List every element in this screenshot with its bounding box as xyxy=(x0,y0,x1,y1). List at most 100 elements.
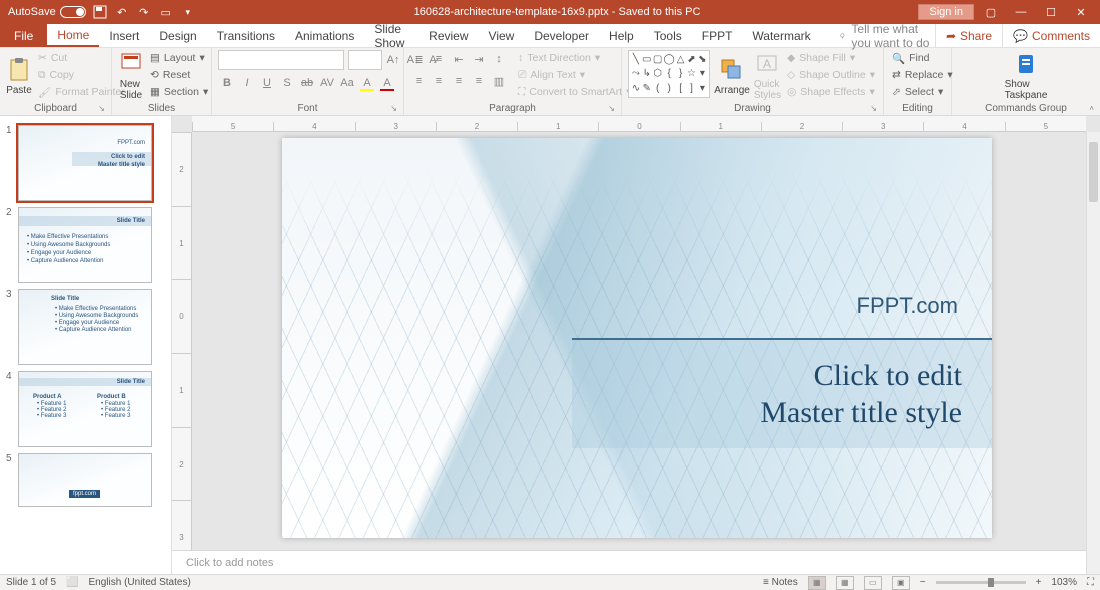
font-color-icon[interactable]: A xyxy=(378,74,396,92)
redo-icon[interactable]: ↷ xyxy=(136,4,152,20)
grow-font-icon[interactable]: A↑ xyxy=(384,51,402,69)
font-name-combo[interactable] xyxy=(218,50,344,70)
paste-button[interactable]: Paste xyxy=(6,50,32,102)
tab-fppt[interactable]: FPPT xyxy=(692,24,743,47)
thumbnail-slide-4[interactable]: Slide Title Product A • Feature 1 • Feat… xyxy=(18,371,152,447)
tab-watermark[interactable]: Watermark xyxy=(742,24,820,47)
shapes-gallery[interactable]: ╲▭▢◯△⬈⬊ ⤳↳⬡{}☆▾ ∿✎()[]▾ xyxy=(628,50,710,98)
char-spacing-icon[interactable]: AV xyxy=(318,74,336,92)
start-from-beginning-icon[interactable]: ▭ xyxy=(158,4,174,20)
layout-button[interactable]: ▤Layout ▾ xyxy=(148,50,210,66)
thumbnail-slide-1[interactable]: FPPT.com Click to edit Master title styl… xyxy=(18,125,152,201)
zoom-in-icon[interactable]: + xyxy=(1036,577,1042,588)
slide-canvas[interactable]: FPPT.com Click to edit Master title styl… xyxy=(282,138,992,538)
notes-pane[interactable]: Click to add notes xyxy=(172,550,1086,574)
convert-smartart-button[interactable]: ⛶Convert to SmartArt ▾ xyxy=(516,84,633,100)
shape-outline-button[interactable]: ◇Shape Outline ▾ xyxy=(785,67,877,83)
maximize-icon[interactable]: ☐ xyxy=(1038,2,1064,22)
tab-design[interactable]: Design xyxy=(149,24,206,47)
columns-icon[interactable]: ▥ xyxy=(490,72,508,90)
tab-insert[interactable]: Insert xyxy=(99,24,149,47)
shadow-button[interactable]: S xyxy=(278,74,296,92)
brand-text[interactable]: FPPT.com xyxy=(857,293,958,319)
slide-counter[interactable]: Slide 1 of 5 xyxy=(6,577,56,588)
tab-help[interactable]: Help xyxy=(599,24,644,47)
slideshow-view-icon[interactable]: ▣ xyxy=(892,576,910,590)
italic-button[interactable]: I xyxy=(238,74,256,92)
zoom-out-icon[interactable]: − xyxy=(920,577,926,588)
thumbnail-slide-5[interactable]: fppt.com xyxy=(18,453,152,507)
dialog-launcher-icon[interactable]: ↘ xyxy=(608,104,615,113)
ribbon-display-icon[interactable]: ▢ xyxy=(978,2,1004,22)
new-slide-button[interactable]: New Slide xyxy=(118,50,144,102)
vertical-scrollbar[interactable] xyxy=(1086,132,1100,574)
tab-transitions[interactable]: Transitions xyxy=(207,24,285,47)
dialog-launcher-icon[interactable]: ↘ xyxy=(390,104,397,113)
file-tab[interactable]: File xyxy=(0,24,47,47)
bullets-icon[interactable]: ≣ xyxy=(410,50,428,68)
align-right-icon[interactable]: ≡ xyxy=(450,72,468,90)
decrease-indent-icon[interactable]: ⇤ xyxy=(450,50,468,68)
slide-thumbnail-panel[interactable]: 1 FPPT.com Click to edit Master title st… xyxy=(0,116,172,574)
horizontal-ruler[interactable]: 54321012345 xyxy=(192,116,1086,132)
change-case-icon[interactable]: Aa xyxy=(338,74,356,92)
tab-home[interactable]: Home xyxy=(47,24,99,47)
strike-button[interactable]: ab xyxy=(298,74,316,92)
align-left-icon[interactable]: ≡ xyxy=(410,72,428,90)
tab-review[interactable]: Review xyxy=(419,24,478,47)
tab-tools[interactable]: Tools xyxy=(644,24,692,47)
close-icon[interactable]: ✕ xyxy=(1068,2,1094,22)
reading-view-icon[interactable]: ▭ xyxy=(864,576,882,590)
minimize-icon[interactable]: — xyxy=(1008,2,1034,22)
collapse-ribbon-icon[interactable]: ˄ xyxy=(1089,104,1094,113)
find-button[interactable]: 🔍Find xyxy=(890,50,955,66)
tab-developer[interactable]: Developer xyxy=(524,24,599,47)
reset-button[interactable]: ⟲Reset xyxy=(148,67,210,83)
comments-button[interactable]: 💬Comments xyxy=(1002,24,1100,47)
zoom-level[interactable]: 103% xyxy=(1051,577,1077,588)
normal-view-icon[interactable]: ▦ xyxy=(808,576,826,590)
text-direction-button[interactable]: ↕Text Direction ▾ xyxy=(516,50,633,66)
select-button[interactable]: ⬀Select ▾ xyxy=(890,84,955,100)
zoom-slider[interactable] xyxy=(936,581,1026,584)
align-center-icon[interactable]: ≡ xyxy=(430,72,448,90)
quick-styles-button[interactable]: A Quick Styles xyxy=(754,50,781,102)
sorter-view-icon[interactable]: ▦ xyxy=(836,576,854,590)
section-button[interactable]: ▦Section ▾ xyxy=(148,84,210,100)
tell-me-search[interactable]: Tell me what you want to do xyxy=(839,24,935,47)
save-icon[interactable] xyxy=(92,4,108,20)
font-size-combo[interactable] xyxy=(348,50,382,70)
language-status[interactable]: English (United States) xyxy=(89,577,191,588)
tab-view[interactable]: View xyxy=(479,24,525,47)
share-button[interactable]: ➦Share xyxy=(935,24,1002,47)
qat-customize-icon[interactable]: ▾ xyxy=(180,4,196,20)
thumbnail-slide-3[interactable]: Slide Title • Make Effective Presentatio… xyxy=(18,289,152,365)
bold-button[interactable]: B xyxy=(218,74,236,92)
highlight-icon[interactable]: A xyxy=(358,74,376,92)
sign-in-button[interactable]: Sign in xyxy=(918,4,974,20)
notes-toggle[interactable]: ≡ Notes xyxy=(763,577,798,588)
title-placeholder[interactable]: Click to edit Master title style xyxy=(572,338,992,448)
vertical-ruler[interactable]: 210123 xyxy=(172,132,192,574)
shape-effects-button[interactable]: ◎Shape Effects ▾ xyxy=(785,84,877,100)
arrange-button[interactable]: Arrange xyxy=(714,50,750,102)
replace-button[interactable]: ⇄Replace ▾ xyxy=(890,67,955,83)
dialog-launcher-icon[interactable]: ↘ xyxy=(870,104,877,113)
align-text-button[interactable]: ⎚Align Text ▾ xyxy=(516,67,633,83)
spellcheck-icon[interactable]: ⬜ xyxy=(66,577,78,588)
shape-fill-button[interactable]: ◆Shape Fill ▾ xyxy=(785,50,877,66)
undo-icon[interactable]: ↶ xyxy=(114,4,130,20)
fit-to-window-icon[interactable]: ⛶ xyxy=(1087,577,1094,588)
scroll-thumb[interactable] xyxy=(1089,142,1098,202)
thumbnail-slide-2[interactable]: Slide Title • Make Effective Presentatio… xyxy=(18,207,152,283)
tab-animations[interactable]: Animations xyxy=(285,24,364,47)
numbering-icon[interactable]: ≡ xyxy=(430,50,448,68)
dialog-launcher-icon[interactable]: ↘ xyxy=(98,104,105,113)
justify-icon[interactable]: ≡ xyxy=(470,72,488,90)
line-spacing-icon[interactable]: ↕ xyxy=(490,50,508,68)
tab-slideshow[interactable]: Slide Show xyxy=(364,24,419,47)
increase-indent-icon[interactable]: ⇥ xyxy=(470,50,488,68)
underline-button[interactable]: U xyxy=(258,74,276,92)
show-taskpane-button[interactable]: Show Taskpane xyxy=(998,50,1054,102)
autosave-toggle[interactable]: AutoSave xyxy=(8,6,86,18)
